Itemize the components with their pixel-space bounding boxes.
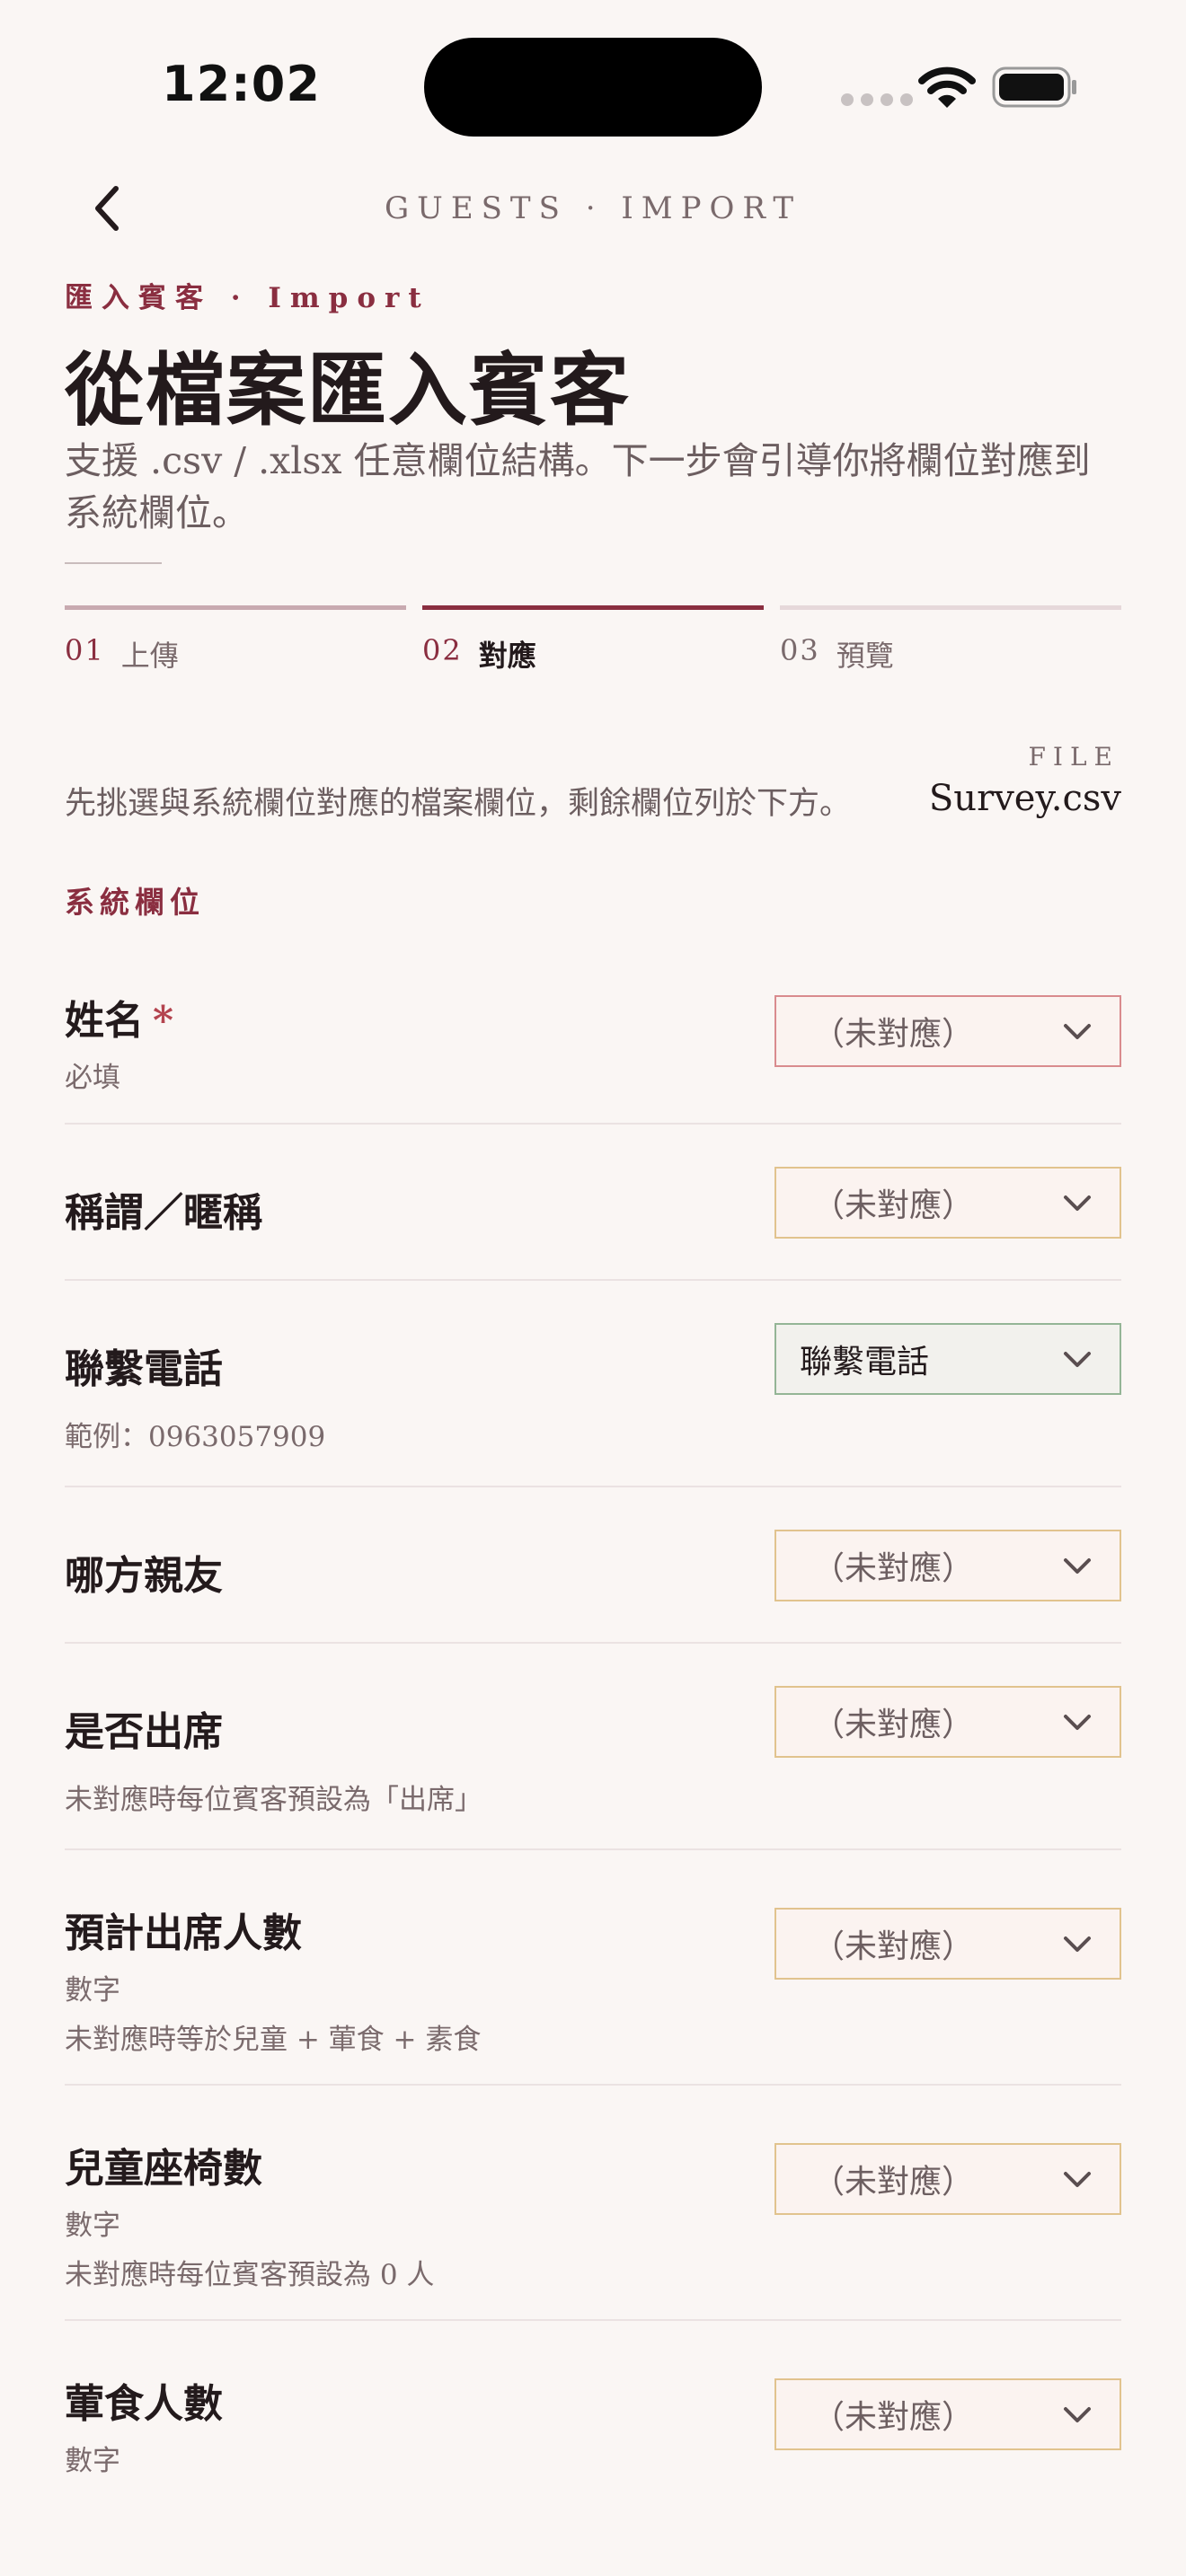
step-preview[interactable]: 03 預覽 (780, 605, 1121, 675)
chevron-down-icon (1064, 1715, 1091, 1730)
step-progress-bar (65, 605, 406, 610)
select-value: （未對應） (812, 1928, 975, 1965)
step-progress-bar (780, 605, 1121, 610)
select-value: （未對應） (812, 1707, 975, 1743)
step-mapping[interactable]: 02 對應 (422, 605, 764, 675)
select-value: （未對應） (812, 2164, 975, 2201)
field-row-phone: 聯繫電話 範例：0963057909 聯繫電話 (65, 1281, 1121, 1487)
field-row-name: 姓名 * 必填 （未對應） (65, 952, 1121, 1125)
field-label: 姓名 (65, 998, 144, 1044)
field-row-attendance: 是否出席 未對應時每位賓客預設為「出席」 （未對應） (65, 1644, 1121, 1850)
step-number: 01 (65, 633, 105, 667)
step-progress-bar (422, 605, 764, 610)
chevron-down-icon (1064, 2407, 1091, 2422)
step-number: 03 (780, 633, 820, 667)
field-select[interactable]: （未對應） (774, 1530, 1121, 1601)
section-label: 系統欄位 (65, 885, 205, 920)
step-label: 對應 (478, 639, 536, 673)
file-name: Survey.csv (928, 778, 1121, 819)
chevron-down-icon (1064, 1558, 1091, 1574)
field-select[interactable]: （未對應） (774, 1686, 1121, 1758)
eyebrow-label: 匯入賓客 · Import (65, 282, 430, 314)
chevron-down-icon (1064, 1195, 1091, 1211)
required-marker: * (153, 998, 174, 1044)
field-select[interactable]: （未對應） (774, 995, 1121, 1067)
dynamic-island (424, 38, 762, 137)
select-value: （未對應） (812, 1187, 975, 1224)
step-label: 預覽 (836, 639, 894, 673)
select-value: （未對應） (812, 1016, 975, 1053)
step-label: 上傳 (120, 639, 179, 673)
step-number: 02 (422, 633, 463, 667)
field-row-side: 哪方親友 （未對應） (65, 1487, 1121, 1644)
field-hint: 範例：0963057909 (65, 1421, 326, 1453)
battery-icon (992, 66, 1076, 108)
field-hint: 未對應時每位賓客預設為「出席」 (65, 1784, 482, 1816)
chevron-down-icon (1064, 1936, 1091, 1952)
page-subtitle: 支援 .csv / .xlsx 任意欄位結構。下一步會引導你將欄位對應到系統欄位… (65, 439, 1091, 534)
field-mapping-list: 姓名 * 必填 （未對應） 稱謂／暱稱 （未對應） 聯繫電話 範例：0963057… (65, 952, 1121, 2501)
field-select[interactable]: （未對應） (774, 1908, 1121, 1980)
divider (65, 562, 162, 564)
wifi-icon (918, 66, 976, 108)
select-value: （未對應） (812, 1550, 975, 1587)
select-value: 聯繫電話 (800, 1344, 930, 1381)
cellular-signal-icon (841, 93, 913, 106)
chevron-down-icon (1064, 2172, 1091, 2187)
field-select[interactable]: （未對應） (774, 2378, 1121, 2450)
status-bar: 12:02 (0, 0, 1186, 171)
chevron-down-icon (1064, 1024, 1091, 1039)
field-select[interactable]: 聯繫電話 (774, 1323, 1121, 1395)
select-value: （未對應） (812, 2399, 975, 2436)
field-row-meat-count: 葷食人數 數字 （未對應） (65, 2321, 1121, 2501)
field-row-nickname: 稱謂／暱稱 （未對應） (65, 1125, 1121, 1281)
nav-title: GUESTS · IMPORT (385, 190, 801, 226)
step-upload[interactable]: 01 上傳 (65, 605, 406, 675)
field-select[interactable]: （未對應） (774, 1167, 1121, 1239)
chevron-down-icon (1064, 1352, 1091, 1367)
field-hint: 未對應時等於兒童 + 葷食 + 素食 (65, 2024, 482, 2056)
field-hint: 未對應時每位賓客預設為 0 人 (65, 2259, 435, 2291)
field-row-expected-count: 預計出席人數 數字 未對應時等於兒童 + 葷食 + 素食 （未對應） (65, 1850, 1121, 2086)
field-row-child-seats: 兒童座椅數 數字 未對應時每位賓客預設為 0 人 （未對應） (65, 2086, 1121, 2321)
file-label: FILE (1028, 742, 1120, 772)
step-indicator: 01 上傳 02 對應 03 預覽 (65, 605, 1121, 675)
status-time: 12:02 (162, 56, 321, 112)
page-title: 從檔案匯入賓客 (65, 343, 632, 437)
mapping-instruction: 先挑選與系統欄位對應的檔案欄位，剩餘欄位列於下方。 (65, 786, 852, 822)
field-select[interactable]: （未對應） (774, 2143, 1121, 2215)
